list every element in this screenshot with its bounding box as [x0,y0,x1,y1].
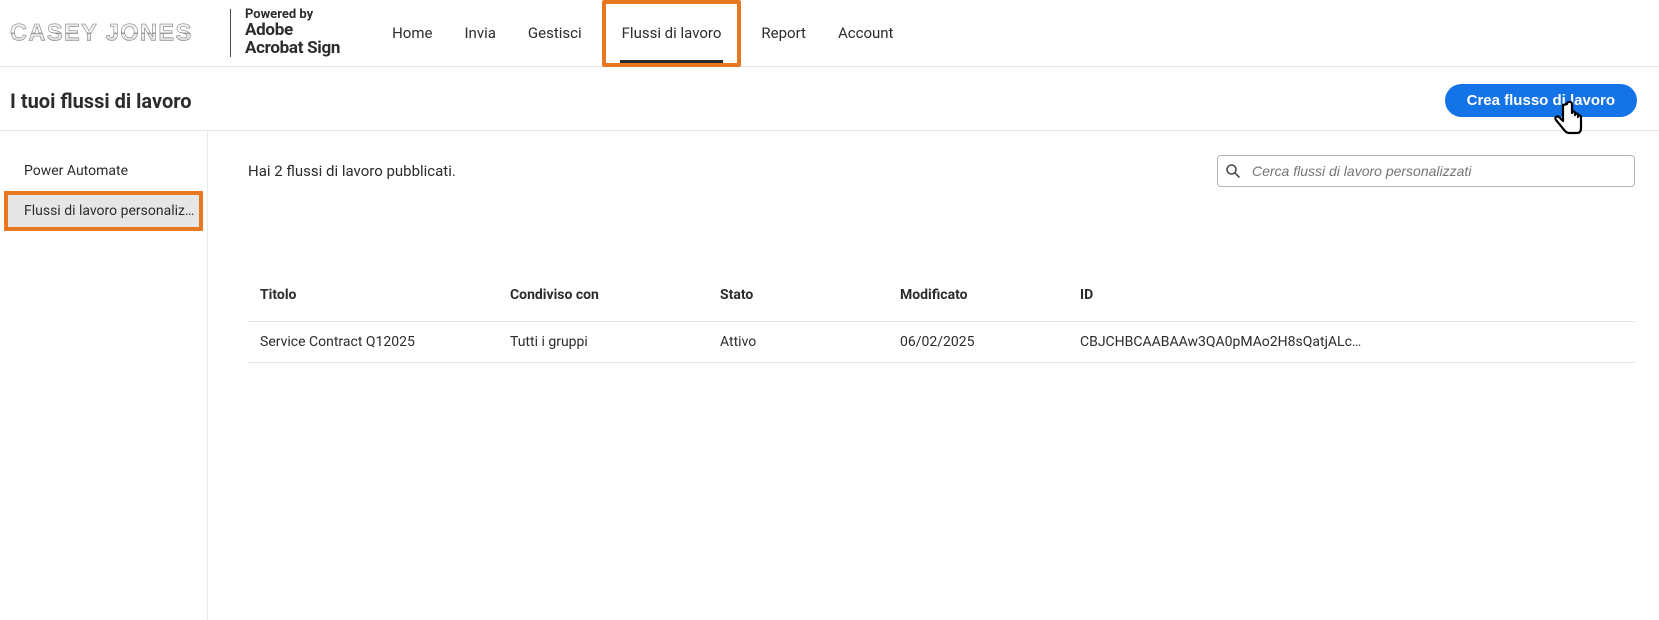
cell-state: Attivo [708,322,888,363]
cell-modified: 06/02/2025 [888,322,1068,363]
create-workflow-button[interactable]: Crea flusso di lavoro [1445,84,1637,117]
sidebar-item-custom-workflows[interactable]: Flussi di lavoro personaliz… [4,191,203,231]
nav-item-account[interactable]: Account [822,0,910,67]
nav-item-invia[interactable]: Invia [448,0,511,67]
sidebar-item-power-automate[interactable]: Power Automate [0,151,207,191]
nav-item-home[interactable]: Home [376,0,448,67]
page-body: Power Automate Flussi di lavoro personal… [0,131,1659,620]
workflow-count-text: Hai 2 flussi di lavoro pubblicati. [248,162,456,180]
table-row[interactable]: Service Contract Q12025 Tutti i gruppi A… [248,322,1635,363]
page-title: I tuoi flussi di lavoro [10,89,192,113]
cell-shared: Tutti i gruppi [498,322,708,363]
search-icon [1225,163,1241,179]
brand-separator [230,9,231,57]
workflows-table: Titolo Condiviso con Stato Modificato ID… [248,277,1635,363]
col-title[interactable]: Titolo [248,277,498,322]
page-title-bar: I tuoi flussi di lavoro Crea flusso di l… [0,67,1659,131]
sidebar: Power Automate Flussi di lavoro personal… [0,131,208,620]
col-id[interactable]: ID [1068,277,1635,322]
app-header: CASEY JONES Powered by Adobe Acrobat Sig… [0,0,1659,67]
main-top-row: Hai 2 flussi di lavoro pubblicati. [248,155,1635,187]
cell-id: CBJCHBCAABAAw3QA0pMAo2H8sQatjALc… [1068,322,1635,363]
nav-item-flussi-di-lavoro[interactable]: Flussi di lavoro [602,0,742,67]
brand-logo: CASEY JONES [10,17,210,49]
col-shared[interactable]: Condiviso con [498,277,708,322]
col-modified[interactable]: Modificato [888,277,1068,322]
nav-item-report[interactable]: Report [745,0,822,67]
search-input[interactable] [1217,155,1635,187]
cell-title: Service Contract Q12025 [248,322,498,363]
nav-item-gestisci[interactable]: Gestisci [512,0,598,67]
table-header-row: Titolo Condiviso con Stato Modificato ID [248,277,1635,322]
powered-by-block: Powered by Adobe Acrobat Sign [245,8,340,57]
powered-by-line2: Acrobat Sign [245,40,340,58]
main-nav: Home Invia Gestisci Flussi di lavoro Rep… [376,0,909,67]
main-panel: Hai 2 flussi di lavoro pubblicati. Titol… [208,131,1659,620]
col-state[interactable]: Stato [708,277,888,322]
svg-text:CASEY JONES: CASEY JONES [10,20,193,46]
search-container [1217,155,1635,187]
